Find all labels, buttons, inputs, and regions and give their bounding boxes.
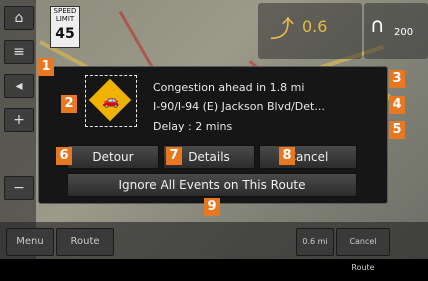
callout-8: 8	[279, 147, 295, 165]
speed-limit-line2: LIMIT	[55, 15, 75, 23]
delay-text: Delay : 2 mins	[153, 120, 233, 133]
back-icon: ◂	[15, 78, 23, 94]
callout-4: 4	[389, 96, 405, 114]
home-icon: ⌂	[14, 10, 24, 26]
turn-guidance: ⤴ 0.6	[258, 3, 362, 59]
minus-icon: −	[13, 180, 25, 196]
speed-limit-value: 45	[55, 26, 75, 42]
detour-button[interactable]: Detour	[67, 145, 159, 169]
callout-3: 3	[389, 70, 405, 88]
menu-icon: ≡	[13, 44, 25, 60]
callout-9: 9	[204, 198, 220, 216]
callout-7: 7	[166, 147, 182, 165]
menu-button[interactable]: ≡	[4, 40, 34, 64]
congestion-warning: 🚗	[85, 75, 137, 127]
next-turn-distance: 200	[394, 27, 414, 38]
map-bottom-bar: Menu Route 0.6 mi Cancel Route	[0, 222, 428, 272]
callout-5: 5	[389, 121, 405, 139]
menu-bottom-button[interactable]: Menu	[6, 228, 54, 256]
u-turn-icon: ∩	[370, 13, 385, 37]
cancel-route-button[interactable]: Cancel Route	[336, 228, 390, 272]
congestion-message: Congestion ahead in 1.8 mi	[153, 81, 305, 94]
callout-2: 2	[61, 95, 77, 113]
callout-1: 1	[38, 58, 54, 76]
turn-distance: 0.6	[302, 17, 328, 36]
zoom-in-button[interactable]: +	[4, 108, 34, 132]
speed-limit-sign: SPEED LIMIT 45	[50, 6, 80, 48]
road-name: I-90/I-94 (E) Jackson Blvd/Det...	[153, 100, 325, 113]
cancel-button[interactable]: Cancel	[259, 145, 357, 169]
route-button[interactable]: Route	[56, 228, 114, 256]
distance-info: 0.6 mi	[296, 228, 334, 256]
car-icon: 🚗	[102, 93, 120, 109]
next-turn-guidance: ∩ 200	[364, 3, 428, 59]
turn-arrow-icon: ⤴	[270, 15, 294, 43]
ignore-events-button[interactable]: Ignore All Events on This Route	[67, 173, 357, 197]
zoom-out-button[interactable]: −	[4, 176, 34, 200]
home-button[interactable]: ⌂	[4, 6, 34, 30]
map-side-toolbar: ⌂ ≡ ◂ + −	[0, 0, 36, 259]
callout-6: 6	[56, 147, 72, 165]
traffic-alert-dialog: 🚗 Congestion ahead in 1.8 mi I-90/I-94 (…	[38, 66, 388, 204]
plus-icon: +	[13, 112, 25, 128]
speed-limit-line1: SPEED	[53, 7, 77, 15]
back-button[interactable]: ◂	[4, 74, 34, 98]
